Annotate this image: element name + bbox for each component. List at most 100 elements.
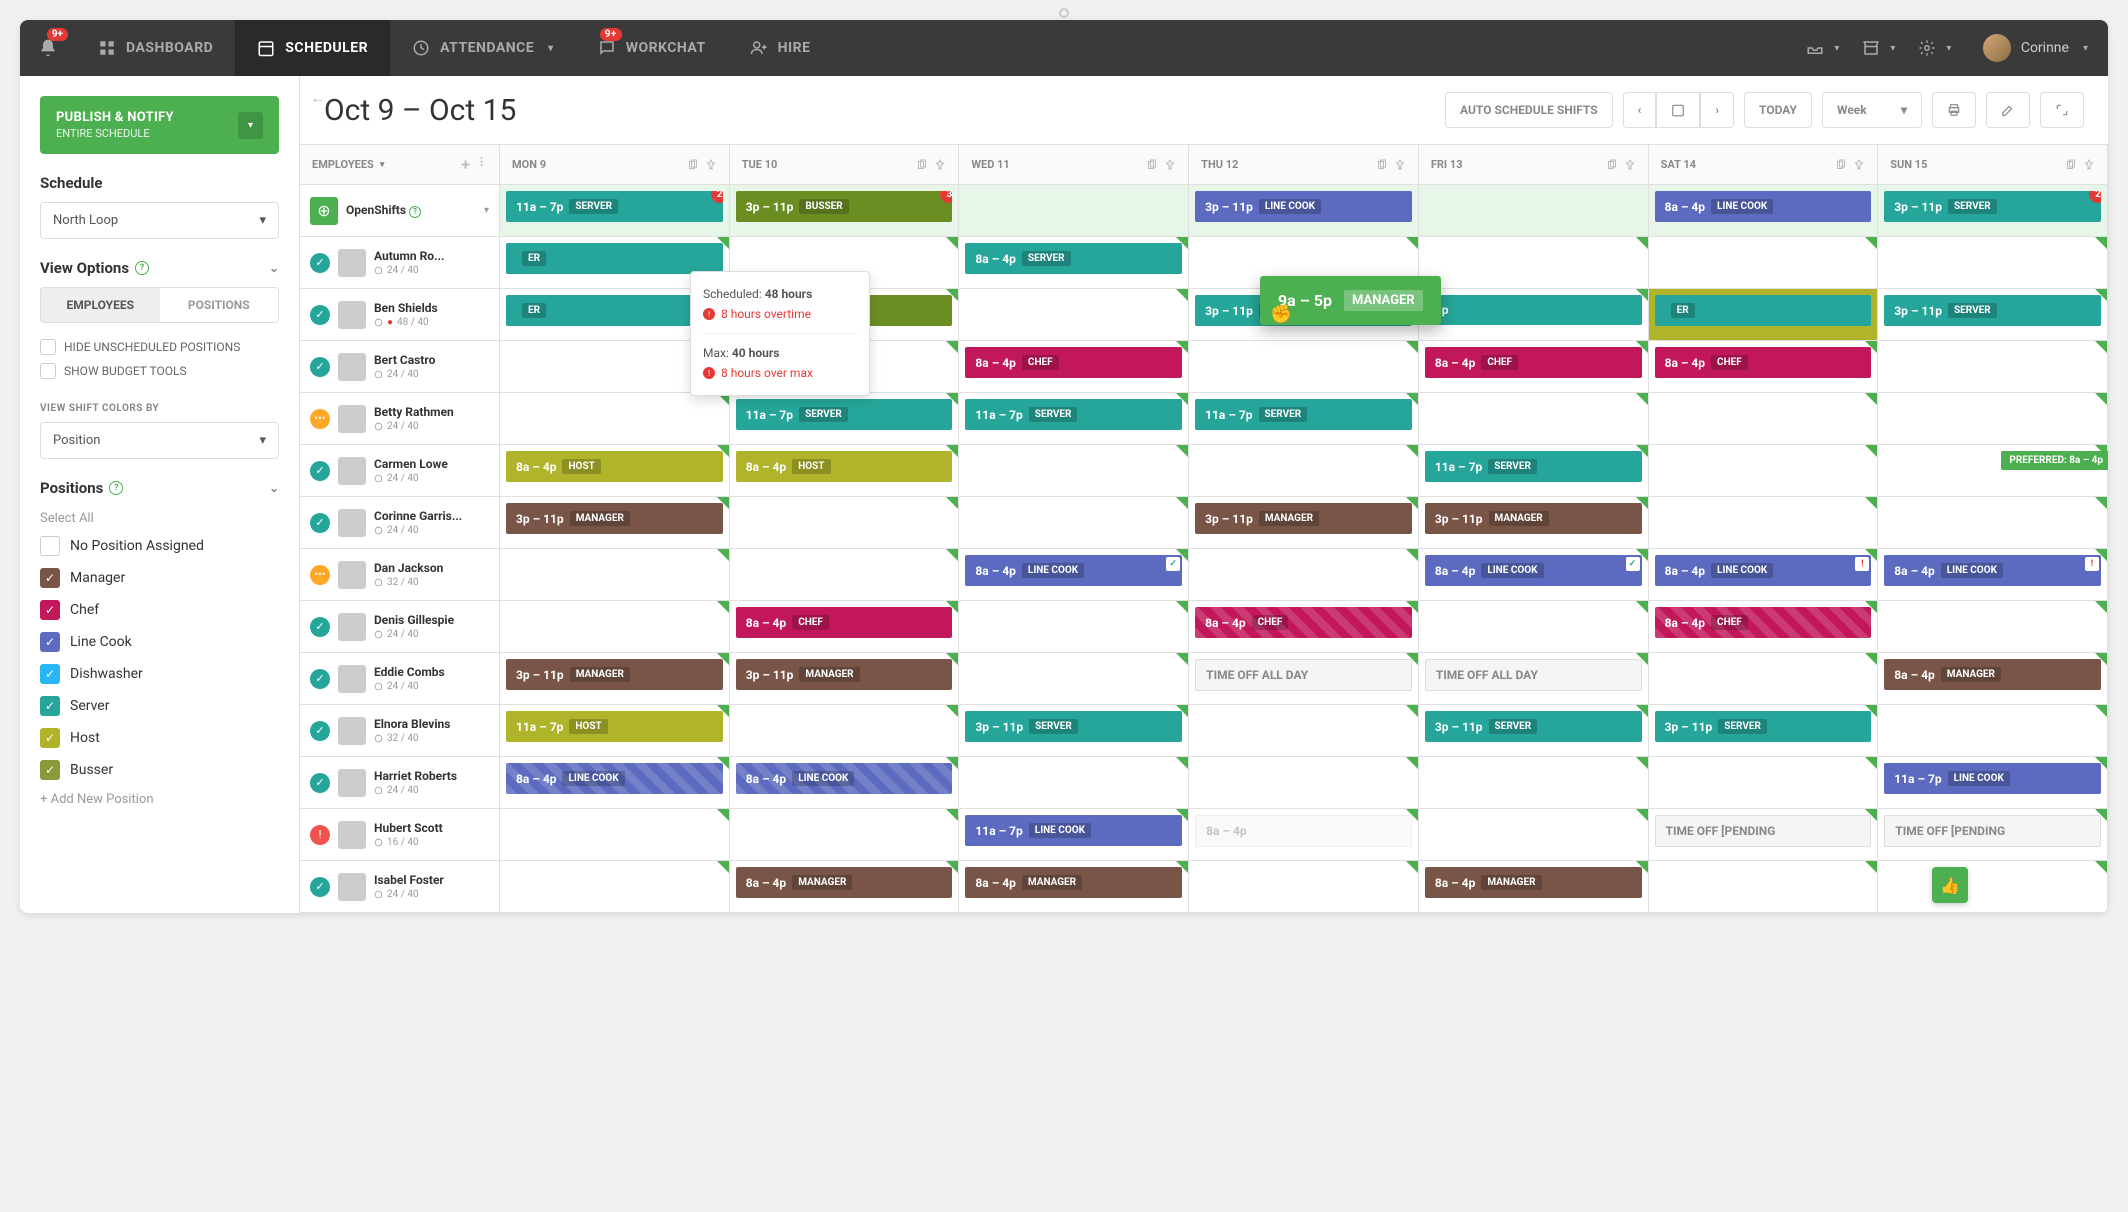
employee-row[interactable]: ✓Autumn Ro...24 / 40	[300, 237, 500, 289]
nav-scheduler[interactable]: SCHEDULER	[235, 20, 390, 76]
pin-icon[interactable]	[705, 159, 717, 171]
shift-block[interactable]: 8a – 4pCHEF	[1425, 347, 1642, 378]
day-cell[interactable]: 8a – 4pAT DOWNTO	[1189, 809, 1419, 861]
day-cell[interactable]: 8a – 4pCHEF	[959, 341, 1189, 393]
day-cell[interactable]: 8a – 4pLINE COOK	[500, 757, 730, 809]
shift-block[interactable]: 11a – 7pLINE COOK	[1884, 763, 2101, 794]
day-cell[interactable]: TIME OFF ALL DAY	[1419, 653, 1649, 705]
day-cell[interactable]: 3p – 11pMANAGER	[1419, 497, 1649, 549]
day-cell[interactable]: 8a – 4pCHEF	[1649, 341, 1879, 393]
day-cell[interactable]	[1649, 861, 1879, 913]
day-cell[interactable]	[1649, 445, 1879, 497]
shift-block[interactable]: 8a – 4pCHEF	[1655, 607, 1872, 638]
day-cell[interactable]	[1878, 497, 2108, 549]
inbox-button[interactable]: ▾	[1795, 20, 1851, 76]
shift-block[interactable]: 8a – 4pSERVER	[965, 243, 1182, 274]
day-cell[interactable]	[1189, 445, 1419, 497]
day-cell[interactable]	[500, 861, 730, 913]
day-cell[interactable]: ER	[1649, 289, 1879, 341]
view-options-heading[interactable]: View Options?⌄	[40, 259, 279, 277]
schedule-select[interactable]: North Loop▾	[40, 202, 279, 239]
day-cell[interactable]: 11a – 7pSERVER	[959, 393, 1189, 445]
day-cell[interactable]: 3p – 11pMANAGER	[1189, 497, 1419, 549]
shift-block[interactable]: 8a – 4pCHEF	[965, 347, 1182, 378]
employee-row[interactable]: ✓Elnora Blevins32 / 40	[300, 705, 500, 757]
shift-block[interactable]: 3p – 11pLINE COOK	[1195, 191, 1412, 222]
shift-block[interactable]: 8a – 4pLINE COOK!	[1655, 555, 1872, 586]
copy-icon[interactable]	[2065, 159, 2077, 171]
day-cell[interactable]	[730, 809, 960, 861]
day-cell[interactable]	[1649, 497, 1879, 549]
nav-hire[interactable]: HIRE	[728, 20, 833, 76]
day-cell[interactable]	[959, 601, 1189, 653]
day-cell[interactable]: 11a – 7pSERVER	[1189, 393, 1419, 445]
day-cell[interactable]: 3p – 11pMANAGER	[500, 497, 730, 549]
day-cell[interactable]	[959, 497, 1189, 549]
day-cell[interactable]	[1878, 861, 2108, 913]
collapse-icon[interactable]: ⌄	[269, 481, 279, 495]
toggle-employees[interactable]: EMPLOYEES	[41, 288, 160, 322]
shift-block[interactable]: 8a – 4pMANAGER	[1425, 867, 1642, 898]
settings-button[interactable]: ▾	[1907, 20, 1963, 76]
shift-block[interactable]: 8a – 4pAT DOWNTO	[1195, 815, 1412, 847]
day-cell[interactable]	[500, 601, 730, 653]
shift-block[interactable]: 3p – 11pMANAGER	[1195, 503, 1412, 534]
day-cell[interactable]: 11a – 7pLINE COOK	[959, 809, 1189, 861]
thumbs-up-button[interactable]: 👍	[1932, 867, 1968, 903]
shift-block[interactable]: ER	[1655, 295, 1872, 326]
day-cell[interactable]: 3p – 11pMANAGER	[500, 653, 730, 705]
shift-block[interactable]: 11a – 7pSERVER	[1425, 451, 1642, 482]
day-cell[interactable]	[1649, 393, 1879, 445]
position-busser[interactable]: ✓Busser	[40, 754, 279, 786]
day-cell[interactable]: 11a – 7pLINE COOK	[1878, 757, 2108, 809]
shift-block[interactable]: 3p – 11pSERVER	[1425, 711, 1642, 742]
shift-block[interactable]: 3p – 11pSERVER	[1655, 711, 1872, 742]
shift-block[interactable]: 8a – 4pLINE COOK✓	[1425, 555, 1642, 586]
day-cell[interactable]	[1419, 393, 1649, 445]
shift-block[interactable]: 11a – 7pSERVER2	[506, 191, 723, 222]
day-cell[interactable]: TIME OFF [PENDING	[1878, 809, 2108, 861]
next-button[interactable]: ›	[1700, 92, 1734, 128]
day-cell[interactable]	[1649, 757, 1879, 809]
shift-block[interactable]: TIME OFF ALL DAY	[1425, 659, 1642, 691]
day-cell[interactable]: 8a – 4pCHEF	[730, 601, 960, 653]
shift-block[interactable]: 3p – 11pSERVER	[965, 711, 1182, 742]
shift-block[interactable]: TIME OFF ALL DAY	[1195, 659, 1412, 691]
store-button[interactable]: ▾	[1851, 20, 1907, 76]
day-cell[interactable]	[959, 289, 1189, 341]
day-cell[interactable]	[1419, 809, 1649, 861]
day-cell[interactable]	[730, 497, 960, 549]
day-cell[interactable]	[959, 757, 1189, 809]
copy-icon[interactable]	[916, 159, 928, 171]
day-cell[interactable]: 3p – 11pMANAGER	[730, 653, 960, 705]
publish-button[interactable]: PUBLISH & NOTIFY ENTIRE SCHEDULE ▾	[40, 96, 279, 154]
day-cell[interactable]: 3p – 11pSERVER	[1878, 289, 2108, 341]
more-icon[interactable]: ⋮	[476, 155, 487, 174]
day-cell[interactable]: PREFERRED: 8a – 4p	[1878, 445, 2108, 497]
day-cell[interactable]: 8a – 4pMANAGER	[1419, 861, 1649, 913]
day-cell[interactable]: 8a – 4pMANAGER	[1878, 653, 2108, 705]
day-cell[interactable]	[500, 809, 730, 861]
day-cell[interactable]	[1419, 757, 1649, 809]
shift-block[interactable]: 3p – 11pMANAGER	[506, 659, 723, 690]
pin-icon[interactable]	[1853, 159, 1865, 171]
day-cell[interactable]: 8a – 4pHOST	[500, 445, 730, 497]
day-cell[interactable]	[1878, 705, 2108, 757]
employee-row[interactable]: •••Betty Rathmen24 / 40	[300, 393, 500, 445]
hide-unscheduled-checkbox[interactable]: HIDE UNSCHEDULED POSITIONS	[40, 335, 279, 359]
pin-icon[interactable]	[1164, 159, 1176, 171]
day-cell[interactable]: 8a – 4pHOST	[730, 445, 960, 497]
day-cell[interactable]: 3p	[1419, 289, 1649, 341]
openshifts-row[interactable]: ⊕OpenShifts ?▾	[300, 185, 500, 237]
employee-row[interactable]: ✓Ben Shields● 48 / 40	[300, 289, 500, 341]
shift-block[interactable]: 8a – 4pMANAGER	[736, 867, 953, 898]
day-cell[interactable]	[1419, 601, 1649, 653]
day-cell[interactable]: TIME OFF ALL DAY	[1189, 653, 1419, 705]
pin-icon[interactable]	[2083, 159, 2095, 171]
day-cell[interactable]: 3p – 11pSERVER	[1419, 705, 1649, 757]
notifications-button[interactable]: 9+	[20, 20, 76, 76]
print-button[interactable]	[1932, 92, 1976, 128]
nav-workchat[interactable]: WORKCHAT 9+	[576, 20, 728, 76]
day-cell[interactable]	[1189, 549, 1419, 601]
position-host[interactable]: ✓Host	[40, 722, 279, 754]
